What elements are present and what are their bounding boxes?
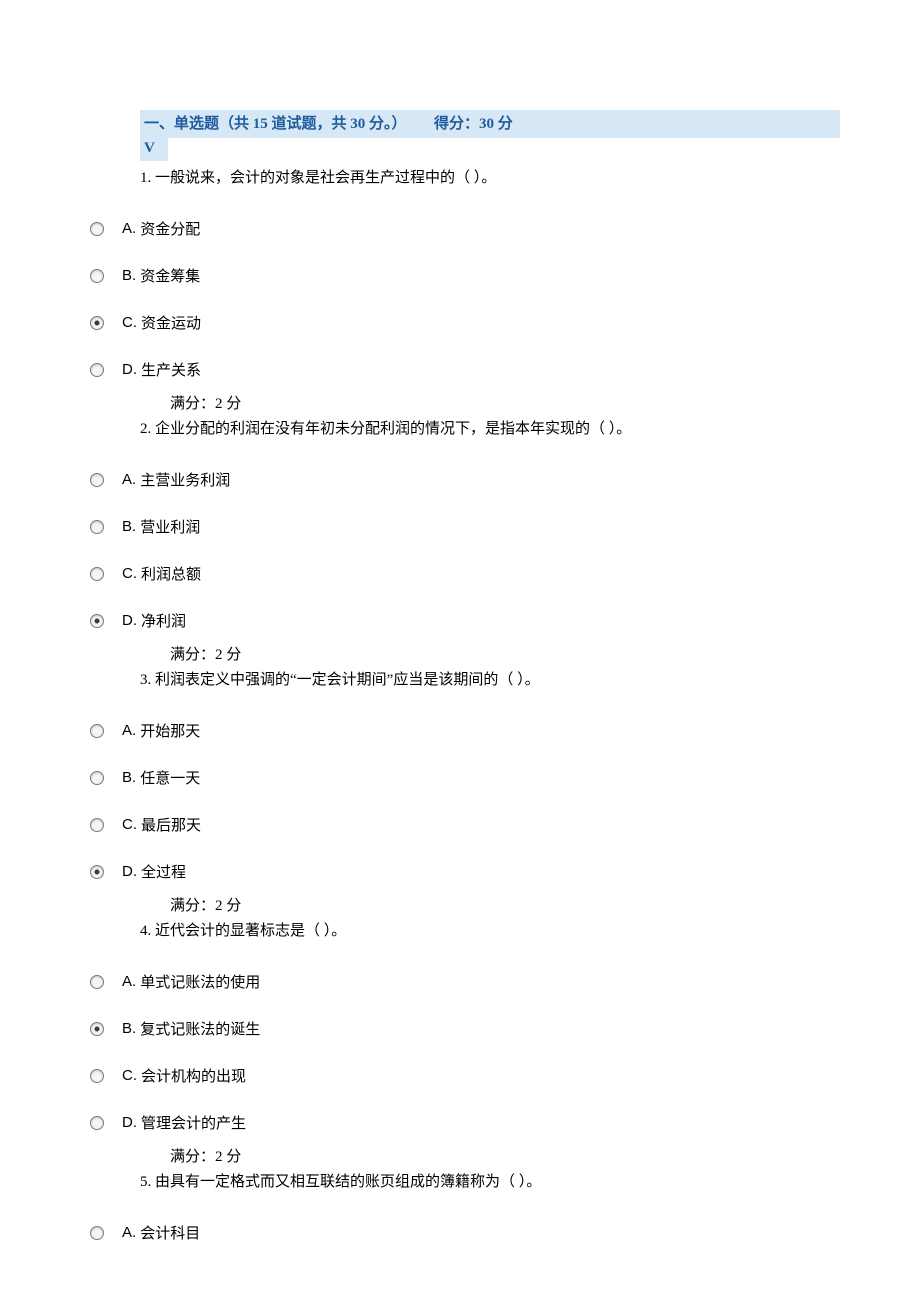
question-text: 1. 一般说来，会计的对象是社会再生产过程中的（ ）。 xyxy=(140,165,840,192)
option-letter: C. xyxy=(122,314,137,331)
option-row[interactable]: C. 利润总额 xyxy=(90,563,840,584)
option-text: 开始那天 xyxy=(140,720,200,741)
question-text: 4. 近代会计的显著标志是（ ）。 xyxy=(140,918,840,945)
radio-icon[interactable] xyxy=(90,975,104,989)
question-body: 近代会计的显著标志是（ ）。 xyxy=(155,923,346,939)
option-letter: B. xyxy=(122,769,136,786)
option-row[interactable]: C. 最后那天 xyxy=(90,814,840,835)
option-text: 资金筹集 xyxy=(140,265,200,286)
radio-icon[interactable] xyxy=(90,1069,104,1083)
radio-icon[interactable] xyxy=(90,1226,104,1240)
option-text: 管理会计的产生 xyxy=(141,1112,246,1133)
radio-icon[interactable] xyxy=(90,316,104,330)
option-row[interactable]: A. 会计科目 xyxy=(90,1222,840,1243)
option-text: 净利润 xyxy=(141,610,186,631)
section-title: 一、单选题（共 15 道试题，共 30 分。） xyxy=(144,116,407,132)
option-text: 全过程 xyxy=(141,861,186,882)
option-letter: C. xyxy=(122,565,137,582)
full-score: 满分：2 分 xyxy=(170,643,840,667)
radio-icon[interactable] xyxy=(90,614,104,628)
option-row[interactable]: C. 会计机构的出现 xyxy=(90,1065,840,1086)
option-row[interactable]: B. 复式记账法的诞生 xyxy=(90,1018,840,1039)
section-title-line: 一、单选题（共 15 道试题，共 30 分。） 得分：30 分 xyxy=(140,110,840,138)
radio-icon[interactable] xyxy=(90,1022,104,1036)
option-letter: B. xyxy=(122,1020,136,1037)
radio-icon[interactable] xyxy=(90,473,104,487)
radio-icon[interactable] xyxy=(90,724,104,738)
option-text: 营业利润 xyxy=(140,516,200,537)
radio-icon[interactable] xyxy=(90,771,104,785)
option-letter: B. xyxy=(122,267,136,284)
question-body: 由具有一定格式而又相互联结的账页组成的簿籍称为（ ）。 xyxy=(155,1174,541,1190)
option-row[interactable]: D. 管理会计的产生 xyxy=(90,1112,840,1133)
question-number: 2. xyxy=(140,421,151,437)
option-letter: C. xyxy=(122,816,137,833)
option-letter: B. xyxy=(122,518,136,535)
radio-icon[interactable] xyxy=(90,567,104,581)
option-text: 复式记账法的诞生 xyxy=(140,1018,260,1039)
option-text: 生产关系 xyxy=(141,359,201,380)
question-number: 3. xyxy=(140,672,151,688)
option-row[interactable]: D. 全过程 xyxy=(90,861,840,882)
full-score: 满分：2 分 xyxy=(170,392,840,416)
option-letter: A. xyxy=(122,722,136,739)
option-row[interactable]: C. 资金运动 xyxy=(90,312,840,333)
option-text: 任意一天 xyxy=(140,767,200,788)
option-letter: D. xyxy=(122,612,137,629)
section-score: 得分：30 分 xyxy=(434,116,513,132)
option-text: 最后那天 xyxy=(141,814,201,835)
question-text: 2. 企业分配的利润在没有年初未分配利润的情况下，是指本年实现的（ ）。 xyxy=(140,416,840,443)
radio-icon[interactable] xyxy=(90,1116,104,1130)
option-row[interactable]: B. 资金筹集 xyxy=(90,265,840,286)
option-text: 主营业务利润 xyxy=(140,469,230,490)
question-body: 企业分配的利润在没有年初未分配利润的情况下，是指本年实现的（ ）。 xyxy=(155,421,631,437)
option-text: 资金分配 xyxy=(140,218,200,239)
option-letter: D. xyxy=(122,863,137,880)
section-header: 一、单选题（共 15 道试题，共 30 分。） 得分：30 分 V xyxy=(140,110,840,161)
option-letter: D. xyxy=(122,361,137,378)
question-number: 4. xyxy=(140,923,151,939)
option-row[interactable]: D. 净利润 xyxy=(90,610,840,631)
full-score: 满分：2 分 xyxy=(170,1145,840,1169)
radio-icon[interactable] xyxy=(90,865,104,879)
option-letter: A. xyxy=(122,220,136,237)
option-text: 会计科目 xyxy=(140,1222,200,1243)
option-row[interactable]: B. 任意一天 xyxy=(90,767,840,788)
header-v-mark: V xyxy=(140,138,168,161)
radio-icon[interactable] xyxy=(90,222,104,236)
option-row[interactable]: A. 开始那天 xyxy=(90,720,840,741)
option-text: 资金运动 xyxy=(141,312,201,333)
question-text: 3. 利润表定义中强调的“一定会计期间”应当是该期间的（ ）。 xyxy=(140,667,840,694)
question-body: 一般说来，会计的对象是社会再生产过程中的（ ）。 xyxy=(155,170,496,186)
option-row[interactable]: A. 主营业务利润 xyxy=(90,469,840,490)
option-row[interactable]: B. 营业利润 xyxy=(90,516,840,537)
radio-icon[interactable] xyxy=(90,818,104,832)
option-text: 会计机构的出现 xyxy=(141,1065,246,1086)
page-container: 一、单选题（共 15 道试题，共 30 分。） 得分：30 分 V 1. 一般说… xyxy=(0,110,920,1283)
radio-icon[interactable] xyxy=(90,520,104,534)
full-score: 满分：2 分 xyxy=(170,894,840,918)
option-row[interactable]: D. 生产关系 xyxy=(90,359,840,380)
option-letter: C. xyxy=(122,1067,137,1084)
radio-icon[interactable] xyxy=(90,269,104,283)
option-row[interactable]: A. 资金分配 xyxy=(90,218,840,239)
option-text: 单式记账法的使用 xyxy=(140,971,260,992)
question-number: 5. xyxy=(140,1174,151,1190)
question-number: 1. xyxy=(140,170,151,186)
option-letter: A. xyxy=(122,973,136,990)
option-letter: D. xyxy=(122,1114,137,1131)
radio-icon[interactable] xyxy=(90,363,104,377)
question-text: 5. 由具有一定格式而又相互联结的账页组成的簿籍称为（ ）。 xyxy=(140,1169,840,1196)
question-body: 利润表定义中强调的“一定会计期间”应当是该期间的（ ）。 xyxy=(155,672,540,688)
option-letter: A. xyxy=(122,471,136,488)
option-letter: A. xyxy=(122,1224,136,1241)
option-row[interactable]: A. 单式记账法的使用 xyxy=(90,971,840,992)
option-text: 利润总额 xyxy=(141,563,201,584)
